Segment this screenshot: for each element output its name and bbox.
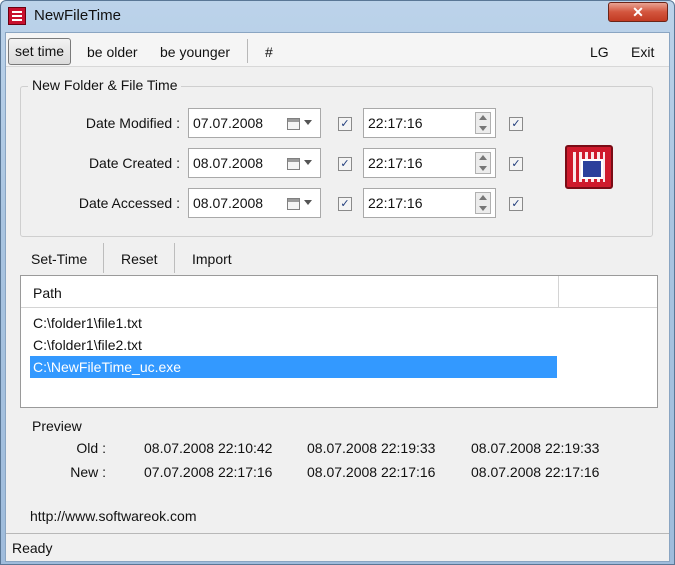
- set-time-action-button[interactable]: Set-Time: [31, 251, 87, 267]
- spinner-icon[interactable]: [475, 112, 491, 134]
- date-accessed-date-picker[interactable]: 08.07.2008: [188, 188, 321, 218]
- preview-old-label: Old :: [76, 440, 106, 456]
- date-accessed-date-value: 08.07.2008: [193, 195, 264, 211]
- calendar-icon[interactable]: [287, 198, 300, 210]
- date-created-date-picker[interactable]: 08.07.2008: [188, 148, 321, 178]
- date-created-time-checkbox[interactable]: ✓: [509, 157, 523, 171]
- client-area: set time be older be younger # LG Exit N…: [5, 32, 670, 562]
- date-accessed-time-checkbox[interactable]: ✓: [509, 197, 523, 211]
- date-modified-date-value: 07.07.2008: [193, 115, 264, 131]
- language-button[interactable]: LG: [590, 41, 609, 63]
- list-header: Path: [21, 276, 657, 308]
- window-title: NewFileTime: [34, 7, 121, 24]
- app-icon: [8, 7, 26, 25]
- app-window: NewFileTime ✕ set time be older be young…: [0, 0, 675, 565]
- preview-new-label: New :: [70, 464, 106, 480]
- group-title: New Folder & File Time: [28, 77, 182, 93]
- close-button[interactable]: ✕: [608, 2, 668, 22]
- date-created-time-value: 22:17:16: [368, 155, 423, 171]
- preview-old-accessed: 08.07.2008 22:19:33: [471, 440, 600, 456]
- column-header-path[interactable]: Path: [33, 285, 62, 301]
- toolbar-separator: [103, 243, 104, 273]
- import-button[interactable]: Import: [192, 251, 232, 267]
- main-toolbar: set time be older be younger # LG Exit: [6, 33, 669, 67]
- date-accessed-date-checkbox[interactable]: ✓: [338, 197, 352, 211]
- chevron-down-icon[interactable]: [304, 200, 312, 205]
- toolbar-separator: [174, 243, 175, 273]
- date-modified-time-checkbox[interactable]: ✓: [509, 117, 523, 131]
- date-accessed-time-picker[interactable]: 22:17:16: [363, 188, 496, 218]
- set-time-big-icon[interactable]: [565, 145, 613, 189]
- title-bar: NewFileTime ✕: [1, 1, 674, 31]
- preview-old-created: 08.07.2008 22:19:33: [307, 440, 436, 456]
- preview-old-modified: 08.07.2008 22:10:42: [144, 440, 273, 456]
- status-bar: Ready: [6, 533, 669, 561]
- website-link[interactable]: http://www.softwareok.com: [30, 508, 197, 524]
- list-item[interactable]: C:\folder1\file1.txt: [30, 312, 557, 334]
- date-modified-time-picker[interactable]: 22:17:16: [363, 108, 496, 138]
- exit-button[interactable]: Exit: [631, 41, 654, 63]
- calendar-icon[interactable]: [287, 118, 300, 130]
- preview-new-accessed: 08.07.2008 22:17:16: [471, 464, 600, 480]
- set-time-tab-button[interactable]: set time: [8, 38, 72, 65]
- status-text: Ready: [12, 540, 53, 556]
- date-created-date-checkbox[interactable]: ✓: [338, 157, 352, 171]
- date-accessed-label: Date Accessed :: [78, 195, 180, 211]
- toolbar-separator: [247, 39, 248, 63]
- preview-new-created: 08.07.2008 22:17:16: [307, 464, 436, 480]
- hash-button[interactable]: #: [265, 41, 273, 63]
- date-created-date-value: 08.07.2008: [193, 155, 264, 171]
- be-younger-button[interactable]: be younger: [160, 41, 230, 63]
- preview-new-modified: 07.07.2008 22:17:16: [144, 464, 273, 480]
- list-item[interactable]: C:\folder1\file2.txt: [30, 334, 557, 356]
- date-modified-date-picker[interactable]: 07.07.2008: [188, 108, 321, 138]
- be-older-button[interactable]: be older: [87, 41, 138, 63]
- preview-title: Preview: [32, 418, 82, 434]
- chevron-down-icon[interactable]: [304, 120, 312, 125]
- chevron-down-icon[interactable]: [304, 160, 312, 165]
- file-list[interactable]: Path C:\folder1\file1.txt C:\folder1\fil…: [20, 275, 658, 408]
- date-created-label: Date Created :: [88, 155, 180, 171]
- column-divider[interactable]: [558, 276, 559, 308]
- reset-button[interactable]: Reset: [121, 251, 158, 267]
- date-accessed-time-value: 22:17:16: [368, 195, 423, 211]
- date-modified-time-value: 22:17:16: [368, 115, 423, 131]
- spinner-icon[interactable]: [475, 152, 491, 174]
- date-created-time-picker[interactable]: 22:17:16: [363, 148, 496, 178]
- date-modified-date-checkbox[interactable]: ✓: [338, 117, 352, 131]
- spinner-icon[interactable]: [475, 192, 491, 214]
- calendar-icon[interactable]: [287, 158, 300, 170]
- date-modified-label: Date Modified :: [85, 115, 180, 131]
- list-item-selected[interactable]: C:\NewFileTime_uc.exe: [30, 356, 557, 378]
